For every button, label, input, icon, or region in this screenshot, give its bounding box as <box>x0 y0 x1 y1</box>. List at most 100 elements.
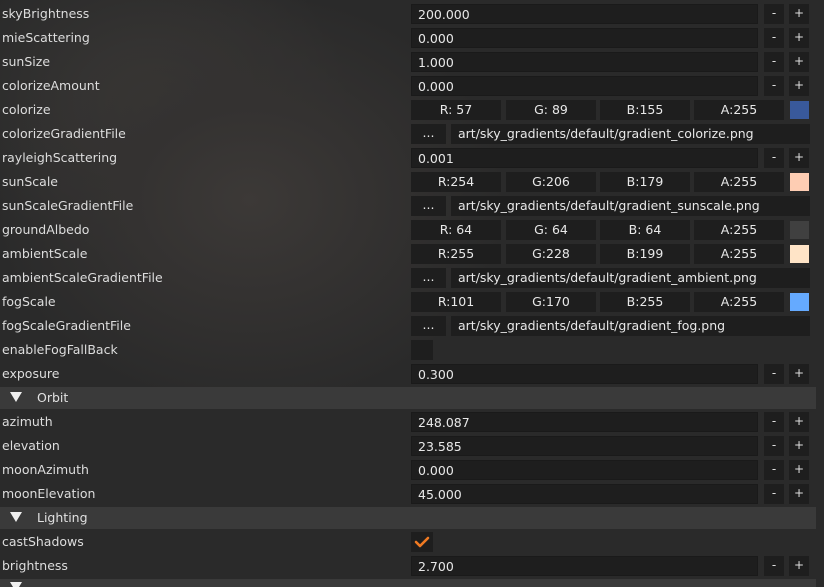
row-ground-albedo: groundAlbedo R: 64 G: 64 B: 64 A:255 <box>0 218 824 242</box>
browse-button[interactable]: ... <box>411 316 446 336</box>
moon-azimuth-input[interactable]: 0.000 <box>411 460 758 480</box>
increment-button[interactable]: + <box>789 52 809 72</box>
moon-elevation-input[interactable]: 45.000 <box>411 484 758 504</box>
decrement-button[interactable]: - <box>764 4 784 24</box>
row-sun-scale: sunScale R:254 G:206 B:179 A:255 <box>0 170 824 194</box>
green-channel-input[interactable]: G:170 <box>506 292 596 312</box>
property-label: sunScaleGradientFile <box>2 198 134 213</box>
file-path-input[interactable]: art/sky_gradients/default/gradient_ambie… <box>451 268 810 288</box>
property-label: skyBrightness <box>2 6 90 21</box>
sky-brightness-input[interactable]: 200.000 <box>411 4 758 24</box>
property-label: ambientScaleGradientFile <box>2 270 163 285</box>
alpha-channel-input[interactable]: A:255 <box>694 220 784 240</box>
collapse-triangle-icon[interactable] <box>10 582 22 587</box>
property-label: fogScale <box>2 294 56 309</box>
property-label: rayleighScattering <box>2 150 118 165</box>
row-ambient-scale: ambientScale R:255 G:228 B:199 A:255 <box>0 242 824 266</box>
color-swatch[interactable] <box>790 293 809 311</box>
red-channel-input[interactable]: R: 57 <box>411 100 501 120</box>
increment-button[interactable]: + <box>789 484 809 504</box>
alpha-channel-input[interactable]: A:255 <box>694 100 784 120</box>
red-channel-input[interactable]: R: 64 <box>411 220 501 240</box>
row-azimuth: azimuth 248.087 - + <box>0 410 824 434</box>
section-header-lighting[interactable]: Lighting <box>0 507 816 529</box>
blue-channel-input[interactable]: B:199 <box>600 244 690 264</box>
brightness-input[interactable]: 2.700 <box>411 556 758 576</box>
decrement-button[interactable]: - <box>764 28 784 48</box>
green-channel-input[interactable]: G:228 <box>506 244 596 264</box>
color-swatch[interactable] <box>790 221 809 239</box>
checkmark-icon <box>414 536 430 548</box>
rayleigh-scattering-input[interactable]: 0.001 <box>411 148 758 168</box>
decrement-button[interactable]: - <box>764 460 784 480</box>
increment-button[interactable]: + <box>789 460 809 480</box>
red-channel-input[interactable]: R:254 <box>411 172 501 192</box>
decrement-button[interactable]: - <box>764 436 784 456</box>
browse-button[interactable]: ... <box>411 124 446 144</box>
property-label: azimuth <box>2 414 53 429</box>
increment-button[interactable]: + <box>789 148 809 168</box>
property-label: ambientScale <box>2 246 88 261</box>
decrement-button[interactable]: - <box>764 412 784 432</box>
alpha-channel-input[interactable]: A:255 <box>694 244 784 264</box>
alpha-channel-input[interactable]: A:255 <box>694 172 784 192</box>
row-cast-shadows: castShadows <box>0 530 824 554</box>
row-exposure: exposure 0.300 - + <box>0 362 824 386</box>
row-fog-scale: fogScale R:101 G:170 B:255 A:255 <box>0 290 824 314</box>
property-label: colorizeGradientFile <box>2 126 126 141</box>
color-swatch[interactable] <box>790 173 809 191</box>
color-swatch[interactable] <box>790 245 809 263</box>
exposure-input[interactable]: 0.300 <box>411 364 758 384</box>
file-path-input[interactable]: art/sky_gradients/default/gradient_fog.p… <box>451 316 810 336</box>
property-label: fogScaleGradientFile <box>2 318 131 333</box>
blue-channel-input[interactable]: B: 64 <box>600 220 690 240</box>
increment-button[interactable]: + <box>789 364 809 384</box>
elevation-input[interactable]: 23.585 <box>411 436 758 456</box>
green-channel-input[interactable]: G: 64 <box>506 220 596 240</box>
sun-size-input[interactable]: 1.000 <box>411 52 758 72</box>
decrement-button[interactable]: - <box>764 76 784 96</box>
decrement-button[interactable]: - <box>764 484 784 504</box>
browse-button[interactable]: ... <box>411 196 446 216</box>
mie-scattering-input[interactable]: 0.000 <box>411 28 758 48</box>
green-channel-input[interactable]: G: 89 <box>506 100 596 120</box>
row-elevation: elevation 23.585 - + <box>0 434 824 458</box>
increment-button[interactable]: + <box>789 556 809 576</box>
file-path-input[interactable]: art/sky_gradients/default/gradient_color… <box>451 124 810 144</box>
decrement-button[interactable]: - <box>764 364 784 384</box>
property-label: exposure <box>2 366 60 381</box>
row-colorize: colorize R: 57 G: 89 B:155 A:255 <box>0 98 824 122</box>
red-channel-input[interactable]: R:255 <box>411 244 501 264</box>
decrement-button[interactable]: - <box>764 148 784 168</box>
property-label: enableFogFallBack <box>2 342 118 357</box>
file-path-input[interactable]: art/sky_gradients/default/gradient_sunsc… <box>451 196 810 216</box>
section-header-collapsed-partial[interactable] <box>0 579 816 587</box>
red-channel-input[interactable]: R:101 <box>411 292 501 312</box>
increment-button[interactable]: + <box>789 76 809 96</box>
property-label: colorize <box>2 102 51 117</box>
decrement-button[interactable]: - <box>764 556 784 576</box>
green-channel-input[interactable]: G:206 <box>506 172 596 192</box>
increment-button[interactable]: + <box>789 412 809 432</box>
collapse-triangle-icon[interactable] <box>10 392 22 402</box>
cast-shadows-checkbox[interactable] <box>411 532 433 552</box>
blue-channel-input[interactable]: B:179 <box>600 172 690 192</box>
decrement-button[interactable]: - <box>764 52 784 72</box>
colorize-amount-input[interactable]: 0.000 <box>411 76 758 96</box>
section-title: Orbit <box>37 390 69 405</box>
increment-button[interactable]: + <box>789 436 809 456</box>
section-header-orbit[interactable]: Orbit <box>0 387 816 409</box>
browse-button[interactable]: ... <box>411 268 446 288</box>
azimuth-input[interactable]: 248.087 <box>411 412 758 432</box>
color-swatch[interactable] <box>790 101 809 119</box>
collapse-triangle-icon[interactable] <box>10 512 22 522</box>
blue-channel-input[interactable]: B:255 <box>600 292 690 312</box>
property-label: sunSize <box>2 54 51 69</box>
row-colorize-gradient-file: colorizeGradientFile ... art/sky_gradien… <box>0 122 824 146</box>
alpha-channel-input[interactable]: A:255 <box>694 292 784 312</box>
increment-button[interactable]: + <box>789 4 809 24</box>
enable-fog-fallback-checkbox[interactable] <box>411 340 433 360</box>
increment-button[interactable]: + <box>789 28 809 48</box>
row-sky-brightness: skyBrightness 200.000 - + <box>0 2 824 26</box>
blue-channel-input[interactable]: B:155 <box>600 100 690 120</box>
